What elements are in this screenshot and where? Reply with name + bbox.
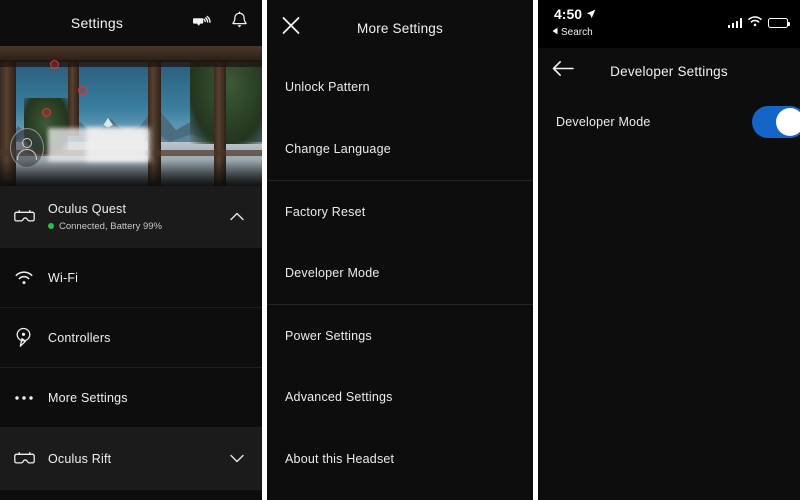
wifi-icon xyxy=(748,14,762,32)
settings-panel: Settings Oculus Quest Connected, Battery… xyxy=(0,0,262,500)
menu-item-unlock-pattern[interactable]: Unlock Pattern xyxy=(267,56,533,118)
menu-item-developer-mode[interactable]: Developer Mode xyxy=(267,242,533,304)
avatar-body-icon xyxy=(17,149,37,160)
scene-marker-2[interactable] xyxy=(78,86,87,95)
developer-settings-body: Developer Mode xyxy=(538,94,800,500)
avatar-head-icon xyxy=(22,138,32,148)
bell-icon[interactable] xyxy=(231,11,248,35)
menu-item-power-settings[interactable]: Power Settings xyxy=(267,304,533,366)
battery-full-icon xyxy=(768,18,790,28)
controller-icon xyxy=(14,327,48,348)
sidebar-item-controllers[interactable]: Controllers xyxy=(0,308,262,368)
page-title: More Settings xyxy=(357,20,443,36)
home-environment-preview xyxy=(0,46,262,186)
status-dot-icon xyxy=(48,223,54,229)
menu-item-factory-reset[interactable]: Factory Reset xyxy=(267,180,533,242)
device-name: Oculus Quest xyxy=(48,201,127,216)
hero-gradient-overlay xyxy=(0,160,262,186)
ios-status-bar: 4:50 Search xyxy=(538,0,800,48)
rift-label-wrap: Oculus Rift xyxy=(48,452,226,466)
developer-settings-panel: 4:50 Search Developer Settings Developer… xyxy=(538,0,800,500)
status-time: 4:50 xyxy=(554,6,596,22)
header-icon-group xyxy=(193,11,248,35)
location-arrow-icon xyxy=(586,6,596,22)
more-settings-list: Unlock Pattern Change Language Factory R… xyxy=(267,56,533,490)
developer-mode-toggle[interactable] xyxy=(752,106,800,138)
cast-headset-icon[interactable] xyxy=(193,12,213,34)
back-label: Search xyxy=(561,27,593,38)
screenshot-root: Settings Oculus Quest Connected, Battery… xyxy=(0,0,800,500)
menu-item-about-this-headset[interactable]: About this Headset xyxy=(267,428,533,490)
ellipsis-icon xyxy=(14,395,48,401)
menu-item-advanced-settings[interactable]: Advanced Settings xyxy=(267,366,533,428)
status-time-text: 4:50 xyxy=(554,6,583,22)
wifi-icon xyxy=(14,270,48,286)
username-blurred-overlay xyxy=(86,128,150,162)
device-status: Connected, Battery 99% xyxy=(48,221,226,232)
more-settings-label-wrap: More Settings xyxy=(48,391,226,405)
sidebar-item-label: Controllers xyxy=(48,330,111,345)
scene-marker-3[interactable] xyxy=(42,108,51,117)
chevron-up-icon[interactable] xyxy=(226,212,248,221)
cellular-bars-icon xyxy=(727,18,742,28)
toggle-knob xyxy=(776,108,800,136)
sidebar-item-more-settings[interactable]: More Settings xyxy=(0,368,262,428)
back-triangle-icon xyxy=(552,27,558,38)
headset-icon xyxy=(14,209,48,225)
status-indicators xyxy=(727,14,790,32)
page-title: Developer Settings xyxy=(610,63,728,79)
sidebar-item-label: More Settings xyxy=(48,390,128,405)
sidebar-item-oculus-rift[interactable]: Oculus Rift xyxy=(0,428,262,490)
scene-marker-1[interactable] xyxy=(50,60,59,69)
menu-item-change-language[interactable]: Change Language xyxy=(267,118,533,180)
developer-settings-header: Developer Settings xyxy=(538,48,800,94)
headset-icon xyxy=(14,451,48,467)
sidebar-item-label: Oculus Rift xyxy=(48,451,112,466)
device-info: Oculus Quest Connected, Battery 99% xyxy=(48,202,226,232)
back-to-search[interactable]: Search xyxy=(552,27,593,38)
settings-header: Settings xyxy=(0,0,262,46)
wifi-label-wrap: Wi-Fi xyxy=(48,271,226,285)
developer-mode-label: Developer Mode xyxy=(556,115,651,129)
sidebar-item-oculus-quest[interactable]: Oculus Quest Connected, Battery 99% xyxy=(0,186,262,248)
sidebar-item-wifi[interactable]: Wi-Fi xyxy=(0,248,262,308)
device-status-text: Connected, Battery 99% xyxy=(59,220,162,232)
chevron-down-icon[interactable] xyxy=(226,454,248,463)
controllers-label-wrap: Controllers xyxy=(48,331,226,345)
porch-roof-shadow xyxy=(0,60,262,67)
developer-mode-row[interactable]: Developer Mode xyxy=(538,94,800,150)
more-settings-header: More Settings xyxy=(267,0,533,56)
sidebar-item-label: Wi-Fi xyxy=(48,270,79,285)
more-settings-panel: More Settings Unlock Pattern Change Lang… xyxy=(267,0,533,500)
